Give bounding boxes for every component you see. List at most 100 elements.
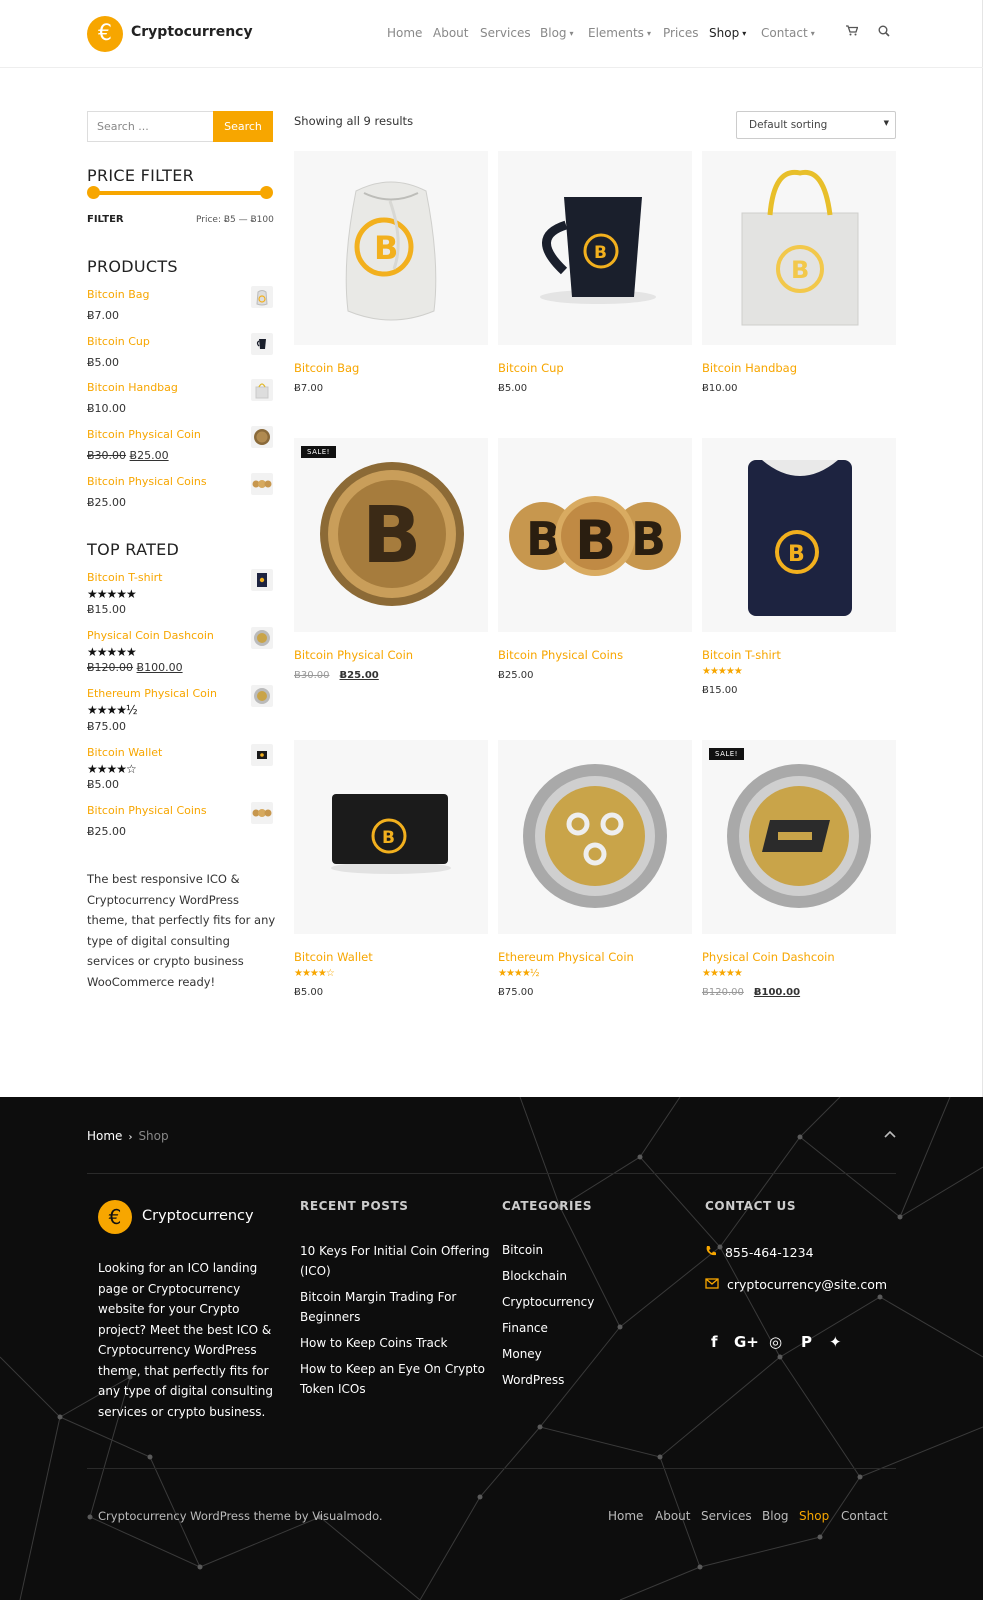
coins-thumbnail[interactable] <box>251 473 273 495</box>
price-slider-max-handle[interactable] <box>260 186 273 199</box>
product-title[interactable]: Bitcoin Physical Coins <box>498 648 623 662</box>
cup-thumbnail[interactable] <box>251 333 273 355</box>
nav-blog[interactable]: Blog ▾ <box>540 26 574 40</box>
top-rated-link[interactable]: Ethereum Physical Coin <box>87 687 217 700</box>
product-title[interactable]: Physical Coin Dashcoin <box>702 950 835 964</box>
product-price: Ƀ7.00 <box>294 383 324 394</box>
coin-thumbnail[interactable] <box>251 426 273 448</box>
sale-price: Ƀ100.00 <box>753 987 801 998</box>
product-title[interactable]: Bitcoin Bag <box>294 361 359 375</box>
top-rated-link[interactable]: Bitcoin T-shirt <box>87 571 163 584</box>
product-title[interactable]: Bitcoin Physical Coin <box>294 648 413 662</box>
wallet-thumbnail[interactable] <box>251 744 273 766</box>
logo-text[interactable]: Cryptocurrency <box>131 24 253 40</box>
svg-text:B: B <box>382 828 395 848</box>
sidebar-product-link[interactable]: Bitcoin Handbag <box>87 381 178 394</box>
price-slider-min-handle[interactable] <box>87 186 100 199</box>
product-title[interactable]: Bitcoin T-shirt <box>702 648 781 662</box>
site-footer: Home › Shop € Cryptocurrency Looking for a… <box>0 1097 983 1600</box>
sale-badge: SALE! <box>301 446 336 458</box>
nav-home[interactable]: Home <box>387 26 422 40</box>
sidebar-product-link[interactable]: Bitcoin Physical Coins <box>87 475 207 488</box>
footer-about-text: Looking for an ICO landing page or Crypt… <box>98 1261 273 1419</box>
category-link[interactable]: Blockchain <box>502 1269 567 1283</box>
breadcrumb-home[interactable]: Home <box>87 1129 122 1143</box>
logo-icon[interactable]: € <box>87 16 123 52</box>
category-link[interactable]: Cryptocurrency <box>502 1295 594 1309</box>
recent-post-link[interactable]: Bitcoin Margin Trading For Beginners <box>300 1287 490 1327</box>
product-image-bitcoin-wallet[interactable]: B <box>294 740 488 934</box>
product-title[interactable]: Bitcoin Wallet <box>294 950 373 964</box>
product-title[interactable]: Bitcoin Handbag <box>702 361 797 375</box>
recent-post-link[interactable]: How to Keep an Eye On Crypto Token ICOs <box>300 1359 490 1399</box>
product-image-bitcoin-bag[interactable]: B <box>294 151 488 345</box>
search-button[interactable]: Search <box>213 111 273 142</box>
nav-services[interactable]: Services <box>480 26 531 40</box>
contact-phone[interactable]: 855-464-1234 <box>705 1245 814 1260</box>
chevron-up-icon[interactable] <box>884 1127 896 1141</box>
instagram-icon[interactable]: ◎ <box>769 1333 782 1351</box>
recent-post-link[interactable]: 10 Keys For Initial Coin Offering (ICO) <box>300 1241 490 1281</box>
sale-badge: SALE! <box>709 748 744 760</box>
facebook-icon[interactable]: f <box>711 1333 718 1351</box>
top-rated-link[interactable]: Physical Coin Dashcoin <box>87 629 214 642</box>
top-rated-price: Ƀ15.00 <box>87 603 127 616</box>
top-rated-link[interactable]: Bitcoin Physical Coins <box>87 804 207 817</box>
google-plus-icon[interactable]: G+ <box>734 1333 759 1351</box>
nav-contact[interactable]: Contact ▾ <box>761 26 815 40</box>
product-image-bitcoin-physical-coins[interactable]: B B B <box>498 438 692 632</box>
dashcoin-thumbnail[interactable] <box>251 627 273 649</box>
footer-nav-about[interactable]: About <box>655 1509 690 1523</box>
product-price: Ƀ25.00 <box>498 670 534 681</box>
product-image-bitcoin-tshirt[interactable]: B <box>702 438 896 632</box>
product-image-physical-coin-dashcoin[interactable]: SALE! <box>702 740 896 934</box>
twitter-icon[interactable]: ✦ <box>829 1333 842 1351</box>
sidebar-product-link[interactable]: Bitcoin Physical Coin <box>87 428 201 441</box>
old-price: Ƀ120.00 <box>87 661 134 674</box>
nav-elements[interactable]: Elements ▾ <box>588 26 651 40</box>
category-link[interactable]: Money <box>502 1347 542 1361</box>
product-image-bitcoin-handbag[interactable]: B <box>702 151 896 345</box>
recent-post-link[interactable]: How to Keep Coins Track <box>300 1333 490 1353</box>
sidebar-product-link[interactable]: Bitcoin Cup <box>87 335 150 348</box>
price-slider-track[interactable] <box>93 191 267 195</box>
footer-nav-contact[interactable]: Contact <box>841 1509 888 1523</box>
footer-logo-icon[interactable]: € <box>98 1200 132 1234</box>
footer-logo-text[interactable]: Cryptocurrency <box>142 1208 254 1224</box>
category-link[interactable]: Finance <box>502 1321 548 1335</box>
product-image-bitcoin-cup[interactable]: B <box>498 151 692 345</box>
footer-nav-shop[interactable]: Shop <box>799 1509 829 1523</box>
search-icon[interactable] <box>878 25 890 40</box>
filter-button[interactable]: FILTER <box>87 214 124 225</box>
footer-nav-services[interactable]: Services <box>701 1509 752 1523</box>
sale-price: Ƀ25.00 <box>339 670 379 681</box>
page: € Cryptocurrency Home About Services Blo… <box>0 0 983 1600</box>
product-image-ethereum-physical-coin[interactable] <box>498 740 692 934</box>
handbag-thumbnail[interactable] <box>251 379 273 401</box>
coins-thumbnail[interactable] <box>251 802 273 824</box>
category-link[interactable]: WordPress <box>502 1373 564 1387</box>
bag-thumbnail[interactable] <box>251 286 273 308</box>
ethereum-coin-thumbnail[interactable] <box>251 685 273 707</box>
sorting-select[interactable]: Default sorting ▼ <box>736 111 896 139</box>
sidebar-product-price: Ƀ25.00 <box>87 496 127 509</box>
sidebar-product-link[interactable]: Bitcoin Bag <box>87 288 150 301</box>
footer-nav-blog[interactable]: Blog <box>762 1509 789 1523</box>
top-rated-link[interactable]: Bitcoin Wallet <box>87 746 162 759</box>
cart-icon[interactable] <box>846 25 859 39</box>
tshirt-thumbnail[interactable] <box>251 569 273 591</box>
sale-price: Ƀ25.00 <box>129 449 169 462</box>
search-input[interactable]: Search ... <box>87 111 214 142</box>
footer-nav-home[interactable]: Home <box>608 1509 643 1523</box>
contact-email[interactable]: cryptocurrency@site.com <box>705 1277 887 1292</box>
sidebar-about-text: The best responsive ICO & Cryptocurrency… <box>87 872 276 989</box>
nav-shop[interactable]: Shop ▾ <box>709 26 746 40</box>
product-title[interactable]: Bitcoin Cup <box>498 361 564 375</box>
email-address: cryptocurrency@site.com <box>726 1277 888 1292</box>
paypal-icon[interactable]: P <box>801 1333 812 1351</box>
nav-prices[interactable]: Prices <box>663 26 699 40</box>
nav-about[interactable]: About <box>433 26 468 40</box>
category-link[interactable]: Bitcoin <box>502 1243 543 1257</box>
product-title[interactable]: Ethereum Physical Coin <box>498 950 634 964</box>
product-image-bitcoin-physical-coin[interactable]: B SALE! <box>294 438 488 632</box>
